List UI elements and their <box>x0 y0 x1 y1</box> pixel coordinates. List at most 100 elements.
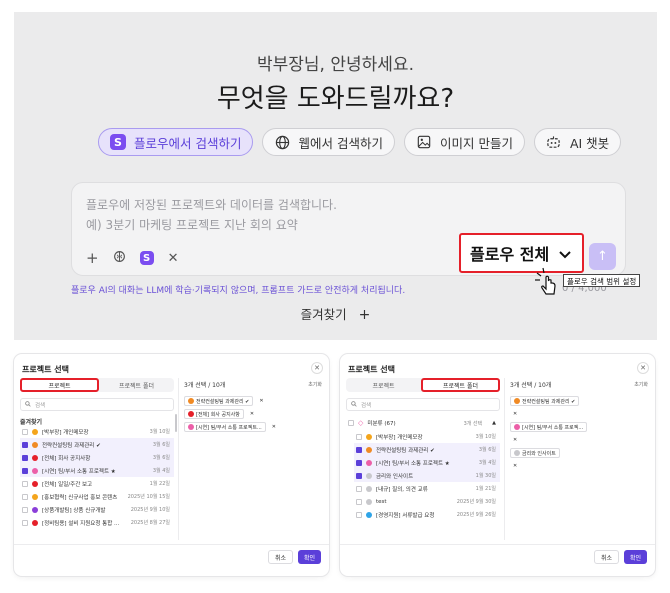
project-color-dot <box>32 441 38 448</box>
search-scope-dropdown[interactable]: 플로우 전체 <box>459 233 584 273</box>
image-icon <box>416 134 432 150</box>
project-date: 1월 21일 <box>475 486 496 492</box>
mode-flow-search[interactable]: S 플로우에서 검색하기 <box>98 128 254 156</box>
project-color-dot <box>366 472 372 479</box>
checkbox[interactable] <box>348 420 354 426</box>
project-date: 2025년 9월 30일 <box>456 499 496 505</box>
project-row[interactable]: [박부장] 개인메모장 3월 10일 <box>354 430 500 443</box>
mode-label: 플로우에서 검색하기 <box>134 135 242 151</box>
remove-chip-icon[interactable]: ✕ <box>256 396 266 406</box>
project-name: 금리와 인사이트 <box>376 473 414 480</box>
project-row[interactable]: 금리와 인사이트 1월 30일 <box>354 469 500 482</box>
brain-icon[interactable] <box>113 249 126 267</box>
project-row[interactable]: [정비팀용] 설비 지원요청 통합 ... 2025년 8월 27일 <box>20 516 174 529</box>
tab-project-folders[interactable]: 프로젝트 폴더 <box>99 378 174 392</box>
checkbox[interactable] <box>356 433 362 440</box>
prompt-box[interactable]: 플로우에 저장된 프로젝트와 데이터를 검색합니다. 예) 3분기 마케팅 프로… <box>71 182 626 276</box>
project-name: [시연] 팀/부서 소통 프로젝트 ★ <box>42 468 116 475</box>
selected-column: 3개 선택 / 10개 초기화 전략컨설팅팀 과제관리 ✔ ✕ [전체] 회사 공지… <box>184 378 322 432</box>
remove-chip-icon[interactable]: ✕ <box>269 422 279 432</box>
tab-project-folders[interactable]: 프로젝트 폴더 <box>421 378 500 392</box>
project-list-column: 프로젝트 프로젝트 폴더 검색 즐겨찾기 [박부장] 개인메모장 3월 10일 전략… <box>20 378 174 540</box>
globe-icon <box>274 134 290 150</box>
close-icon[interactable]: ✕ <box>311 362 323 374</box>
project-row[interactable]: 전략컨설팅팀 과제관리 ✔ 3월 6일 <box>354 443 500 456</box>
tab-projects[interactable]: 프로젝트 <box>346 378 421 392</box>
checkbox[interactable] <box>22 428 28 435</box>
project-select-modal-projects: 프로젝트 선택 ✕ 프로젝트 프로젝트 폴더 검색 즐겨찾기 [박부장] 개인메… <box>14 354 329 576</box>
project-color-dot <box>32 428 38 435</box>
project-name: 전략컨설팅팀 과제관리 ✔ <box>42 442 101 449</box>
checkbox[interactable] <box>22 441 28 448</box>
project-name: [박부장] 개인메모장 <box>42 429 89 436</box>
checkbox[interactable] <box>22 506 28 513</box>
project-row[interactable]: [홍보협력] 신규사업 홍보 콘텐츠 2025년 10월 15일 <box>20 490 174 503</box>
search-input[interactable]: 검색 <box>346 398 500 411</box>
project-row[interactable]: [경영지원] 서류발급 요청 2025년 9월 26일 <box>354 508 500 521</box>
mode-chatbot[interactable]: AI 챗봇 <box>533 128 622 156</box>
prompt-placeholder-line1: 플로우에 저장된 프로젝트와 데이터를 검색합니다. <box>86 198 337 212</box>
selected-chip: 금리와 인사이트 <box>510 448 560 458</box>
project-row[interactable]: [상품개발팀] 상품 신규개발 2025년 9월 10일 <box>20 503 174 516</box>
reset-button[interactable]: 초기화 <box>634 381 648 388</box>
cancel-button[interactable]: 취소 <box>593 550 619 564</box>
selected-chip: 전략컨설팅팀 과제관리 ✔ <box>184 396 254 406</box>
confirm-button[interactable]: 확인 <box>297 550 321 564</box>
remove-chip-icon[interactable]: ✕ <box>510 409 520 419</box>
project-color-dot <box>514 450 520 456</box>
project-row[interactable]: [시연] 팀/부서 소통 프로젝트 ★ 3월 4일 <box>354 456 500 469</box>
checkbox[interactable] <box>22 467 28 474</box>
mode-image[interactable]: 이미지 만들기 <box>403 128 525 156</box>
search-input[interactable]: 검색 <box>20 398 174 411</box>
remove-chip-icon[interactable]: ✕ <box>247 409 257 419</box>
remove-chip-icon[interactable]: ✕ <box>510 435 520 445</box>
reset-button[interactable]: 초기화 <box>308 381 322 388</box>
project-name: [박부장] 개인메모장 <box>376 434 423 441</box>
checkbox[interactable] <box>356 446 362 453</box>
close-icon[interactable]: ✕ <box>637 362 649 374</box>
project-row[interactable]: [전체] 일일/주간 보고 1월 22일 <box>20 477 174 490</box>
project-row[interactable]: 전략컨설팅팀 과제관리 ✔ 3월 6일 <box>20 438 174 451</box>
tab-projects[interactable]: 프로젝트 <box>20 378 99 392</box>
checkbox[interactable] <box>356 472 362 479</box>
project-color-dot <box>32 454 38 461</box>
project-color-dot <box>366 459 372 466</box>
checkbox[interactable] <box>22 454 28 461</box>
cancel-button[interactable]: 취소 <box>267 550 293 564</box>
close-icon[interactable]: ✕ <box>168 251 179 266</box>
checkbox[interactable] <box>22 519 28 526</box>
project-color-dot <box>32 493 38 500</box>
project-date: 3월 10일 <box>475 434 496 440</box>
project-name: [상품개발팀] 상품 신규개발 <box>42 507 106 514</box>
project-date: 1월 22일 <box>149 481 170 487</box>
folder-group[interactable]: ◇ 미분류 (67) 3개 선택 ▲ <box>346 416 500 430</box>
selected-count: 3개 선택 / 10개 <box>184 381 226 389</box>
confirm-button[interactable]: 확인 <box>623 550 647 564</box>
project-row[interactable]: test 2025년 9월 30일 <box>354 495 500 508</box>
plus-icon[interactable]: + <box>86 249 99 267</box>
chip-label: [시연] 팀/부서 소통 프로젝트... <box>196 424 262 431</box>
project-row[interactable]: [전체] 회사 공지사항 3월 6일 <box>20 451 174 464</box>
project-name: [정비팀용] 설비 지원요청 통합 ... <box>42 520 120 527</box>
project-color-dot <box>188 398 194 404</box>
favorites-add[interactable]: 즐겨찾기 + <box>14 304 657 323</box>
selected-chip: [전체] 회사 공지사항 <box>184 409 244 419</box>
project-row[interactable]: [시연] 팀/부서 소통 프로젝트 ★ 3월 4일 <box>20 464 174 477</box>
project-row[interactable]: [박부장] 개인메모장 3월 10일 <box>20 425 174 438</box>
flow-logo-icon: S <box>110 134 126 150</box>
checkbox[interactable] <box>356 511 362 518</box>
send-button[interactable]: ↑ <box>589 243 616 270</box>
checkbox[interactable] <box>356 459 362 466</box>
ai-search-panel: 박부장님, 안녕하세요. 무엇을 도와드릴까요? S 플로우에서 검색하기 웹에… <box>14 12 657 340</box>
chip-label: 전략컨설팅팀 과제관리 ✔ <box>196 398 250 405</box>
scrollbar[interactable] <box>175 414 177 432</box>
project-date: 2025년 9월 10일 <box>130 507 170 513</box>
remove-chip-icon[interactable]: ✕ <box>510 461 520 471</box>
project-row[interactable]: [내규] 질의, 의견 교류 1월 21일 <box>354 482 500 495</box>
checkbox[interactable] <box>356 485 362 492</box>
checkbox[interactable] <box>356 498 362 505</box>
checkbox[interactable] <box>22 493 28 500</box>
mode-web-search[interactable]: 웹에서 검색하기 <box>262 128 395 156</box>
project-name: [내규] 질의, 의견 교류 <box>376 486 428 493</box>
checkbox[interactable] <box>22 480 28 487</box>
